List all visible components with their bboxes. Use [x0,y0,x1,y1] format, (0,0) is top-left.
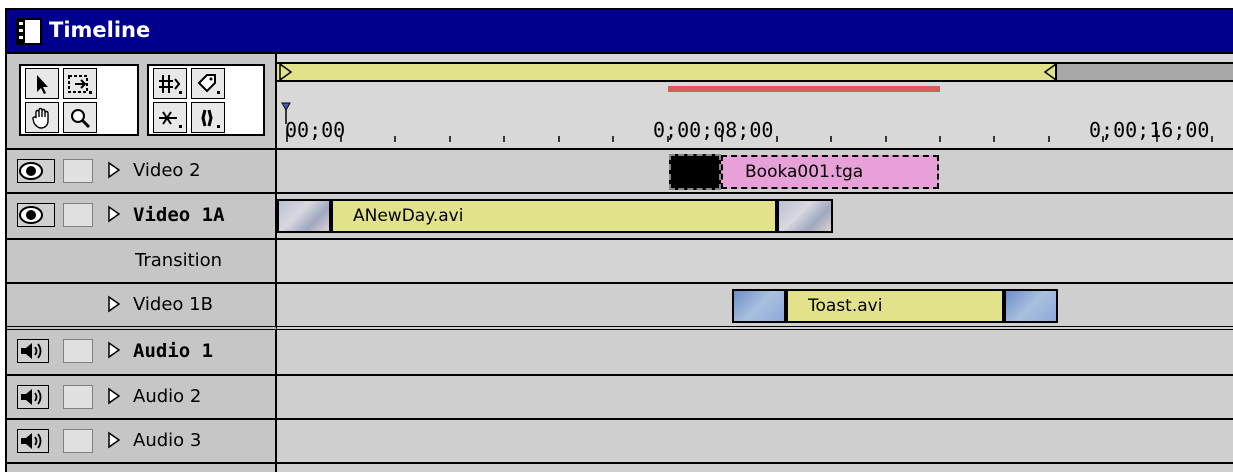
track-header-video-1b[interactable]: Video 1B [7,284,277,330]
toolgroup-right [147,64,265,136]
expand-triangle-icon[interactable] [107,295,121,313]
hand-tool-icon[interactable] [25,102,59,133]
track-audio-1: Audio 1 [7,330,1233,376]
clip-thumbnail-start[interactable] [732,289,786,323]
track-header-empty [7,464,277,472]
track-name: Transition [135,250,223,271]
toolgroup-left [19,64,139,136]
track-header-audio-1[interactable]: Audio 1 [7,330,277,376]
speaker-icon [21,389,42,405]
timecode-start: 00;00 [285,118,346,142]
track-body-empty [277,464,1233,472]
track-transition: Transition [7,240,1233,284]
track-body-audio-3[interactable] [277,420,1233,464]
track-header-audio-3[interactable]: Audio 3 [7,420,277,464]
speaker-icon [21,433,42,449]
selection-tool-icon[interactable] [25,68,59,99]
work-area-fill[interactable] [277,64,1055,80]
track-body-video-1a[interactable]: ANewDay.avi [277,194,1233,240]
range-select-tool-icon[interactable] [63,68,97,99]
track-header-audio-2[interactable]: Audio 2 [7,376,277,420]
audio-toggle[interactable] [17,339,49,363]
lock-toggle[interactable] [63,385,93,409]
audio-toggle[interactable] [17,385,49,409]
visibility-toggle[interactable] [17,159,55,183]
track-body-video-1b[interactable]: Toast.avi [277,284,1233,330]
track-header-video-1a[interactable]: Video 1A [7,194,277,240]
lock-toggle[interactable] [63,429,93,453]
track-video-1b: Video 1B Toast.avi [7,284,1233,330]
expand-triangle-icon[interactable] [107,341,121,359]
track-header-video-2[interactable]: Video 2 [7,150,277,194]
expand-triangle-icon[interactable] [107,431,121,449]
track-name: Audio 1 [133,340,214,362]
track-bottom-strip [7,464,1233,472]
expand-triangle-icon[interactable] [107,205,121,223]
work-area-bar[interactable] [277,62,1233,82]
timecode-end: 0;00;16;00 [1089,118,1210,142]
timeline-window-icon [16,18,42,45]
time-ruler-area[interactable]: 00;00 0;00;08;00 0;00;16;00 [277,54,1233,150]
track-body-video-2[interactable]: Booka001.tga [277,150,1233,194]
track-audio-3: Audio 3 [7,420,1233,464]
toolbox [7,54,277,150]
eye-icon [19,162,43,180]
eye-icon [19,206,43,224]
track-name: Video 1B [133,294,213,315]
visibility-toggle[interactable] [17,203,55,227]
track-name: Video 2 [133,160,201,181]
title-bar[interactable]: Timeline [7,10,1233,54]
clip-toast[interactable]: Toast.avi [786,289,1004,323]
audio-toggle[interactable] [17,429,49,453]
track-name: Audio 2 [133,386,202,407]
clip-thumbnail-start[interactable] [277,199,331,233]
track-body-audio-2[interactable] [277,376,1233,420]
clip-booka001[interactable]: Booka001.tga [721,155,939,189]
razor-tool-icon[interactable] [153,102,187,133]
track-select-tool-icon[interactable] [153,68,187,99]
zoom-tool-icon[interactable] [63,102,97,133]
track-video-2: Video 2 Booka001.tga [7,150,1233,194]
preview-indicator-bar [668,86,940,92]
track-video-1a: Video 1A ANewDay.avi [7,194,1233,240]
clip-thumbnail-black[interactable] [669,154,721,190]
work-area-end-icon[interactable] [1043,63,1057,81]
lock-toggle[interactable] [63,203,93,227]
clip-thumbnail-end[interactable] [777,199,833,233]
clip-thumbnail-end[interactable] [1004,289,1058,323]
in-out-tool-icon[interactable] [191,102,225,133]
lock-toggle[interactable] [63,159,93,183]
track-header-transition[interactable]: Transition [7,240,277,284]
work-area-start-icon[interactable] [279,63,293,81]
window-title: Timeline [49,18,151,42]
timeline-window: Timeline 00;00 0;00;08;00 0;00;16;00 Vid… [5,8,1233,472]
track-name: Video 1A [133,204,225,226]
expand-triangle-icon[interactable] [107,387,121,405]
track-name: Audio 3 [133,430,202,451]
track-body-audio-1[interactable] [277,330,1233,376]
timecode-mid: 0;00;08;00 [653,118,774,142]
marker-tool-icon[interactable] [191,68,225,99]
track-body-transition[interactable] [277,240,1233,284]
lock-toggle[interactable] [63,339,93,363]
clip-anewday[interactable]: ANewDay.avi [331,199,777,233]
expand-triangle-icon[interactable] [107,161,121,179]
track-audio-2: Audio 2 [7,376,1233,420]
speaker-icon [21,343,42,359]
